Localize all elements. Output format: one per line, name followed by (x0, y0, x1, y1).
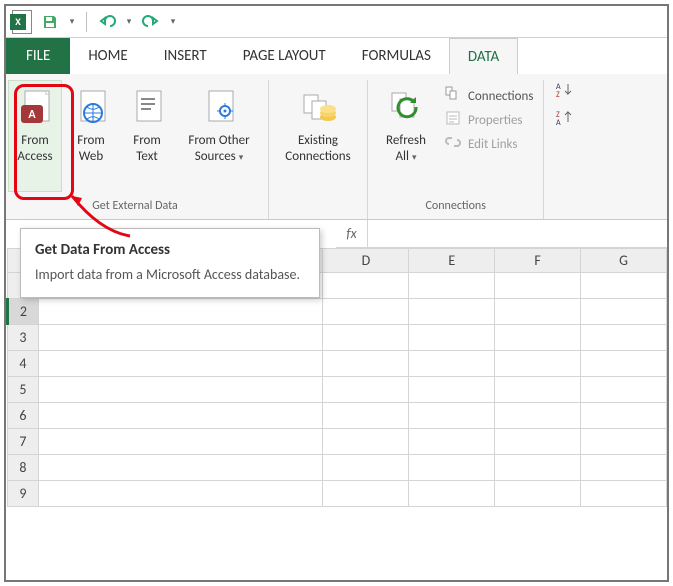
existing-connections-button[interactable]: Existing Connections (275, 80, 361, 192)
row-header[interactable]: 8 (8, 455, 39, 481)
redo-button[interactable] (139, 10, 163, 34)
label: Edit Links (468, 137, 517, 152)
row-header[interactable]: 2 (8, 299, 39, 325)
save-button[interactable] (38, 10, 62, 34)
properties-icon (444, 110, 462, 130)
other-sources-icon (201, 85, 237, 133)
label: Text (136, 149, 157, 165)
tooltip-from-access: Get Data From Access Import data from a … (20, 228, 320, 298)
label: Refresh (386, 133, 426, 149)
web-icon (73, 85, 109, 133)
existing-connections-icon (298, 85, 338, 133)
row-header[interactable]: 3 (8, 325, 39, 351)
separator (86, 12, 87, 32)
row-header[interactable]: 4 (8, 351, 39, 377)
formula-bar: fx (336, 220, 667, 248)
fx-label[interactable]: fx (336, 220, 368, 247)
label: Properties (468, 113, 523, 128)
tab-insert[interactable]: INSERT (146, 38, 225, 74)
row-header[interactable]: 7 (8, 429, 39, 455)
chevron-down-icon: ▾ (239, 152, 244, 163)
group-label: Get External Data (92, 197, 178, 217)
properties-button[interactable]: Properties (440, 108, 537, 132)
col-header[interactable]: F (495, 249, 581, 273)
edit-links-button[interactable]: Edit Links (440, 132, 537, 156)
ribbon-tabs: FILE HOME INSERT PAGE LAYOUT FORMULAS DA… (6, 38, 667, 74)
group-existing-connections: Existing Connections (269, 80, 368, 219)
connections-icon (444, 86, 462, 106)
refresh-all-button[interactable]: Refresh All ▾ (374, 80, 438, 192)
refresh-icon (386, 85, 426, 133)
row-header[interactable]: 6 (8, 403, 39, 429)
svg-text:A: A (556, 118, 561, 128)
tab-file[interactable]: FILE (6, 38, 70, 74)
label: Sources ▾ (195, 149, 244, 166)
label: From Other (188, 133, 249, 149)
label: Connections (468, 89, 533, 104)
group-sort-stub: AZ ZA (544, 80, 584, 219)
chevron-down-icon: ▾ (412, 152, 417, 163)
qat-customize-dropdown[interactable]: ▾ (66, 10, 78, 34)
label: Connections (285, 149, 350, 165)
label: Web (79, 149, 103, 165)
from-access-button[interactable]: A From Access (8, 80, 62, 192)
excel-logo: X (10, 10, 34, 34)
tab-formulas[interactable]: FORMULAS (344, 38, 449, 74)
tooltip-title: Get Data From Access (35, 241, 305, 259)
undo-button[interactable] (95, 10, 119, 34)
group-connections: Refresh All ▾ Connections Properties (368, 80, 544, 219)
ribbon: A From Access From Web From Text (6, 74, 667, 220)
tab-data[interactable]: DATA (449, 38, 518, 74)
access-icon: A (17, 85, 53, 133)
text-file-icon (129, 85, 165, 133)
tooltip-body: Import data from a Microsoft Access data… (35, 265, 305, 285)
sort-za-button[interactable]: ZA (554, 108, 574, 128)
quick-access-toolbar: X ▾ ▾ ▾ (6, 6, 667, 38)
group-label: Connections (426, 197, 486, 217)
row-header[interactable]: 5 (8, 377, 39, 403)
label: All ▾ (396, 149, 417, 166)
sort-az-button[interactable]: AZ (554, 80, 574, 100)
label: Access (17, 149, 52, 165)
group-get-external-data: A From Access From Web From Text (6, 80, 269, 219)
label: From (21, 133, 49, 149)
tab-page-layout[interactable]: PAGE LAYOUT (225, 38, 344, 74)
svg-text:A: A (28, 108, 36, 122)
redo-dropdown[interactable]: ▾ (167, 10, 179, 34)
undo-dropdown[interactable]: ▾ (123, 10, 135, 34)
from-other-sources-button[interactable]: From Other Sources ▾ (176, 80, 262, 192)
tab-home[interactable]: HOME (70, 38, 145, 74)
label: Existing (298, 133, 338, 149)
edit-links-icon (444, 134, 462, 154)
connections-button[interactable]: Connections (440, 84, 537, 108)
row-header[interactable]: 9 (8, 481, 39, 507)
formula-input[interactable] (368, 220, 667, 247)
from-text-button[interactable]: From Text (120, 80, 174, 192)
svg-text:Z: Z (556, 90, 560, 100)
col-header[interactable]: E (409, 249, 495, 273)
label: From (77, 133, 105, 149)
label: From (133, 133, 161, 149)
from-web-button[interactable]: From Web (64, 80, 118, 192)
col-header[interactable]: G (581, 249, 667, 273)
col-header[interactable]: D (323, 249, 409, 273)
